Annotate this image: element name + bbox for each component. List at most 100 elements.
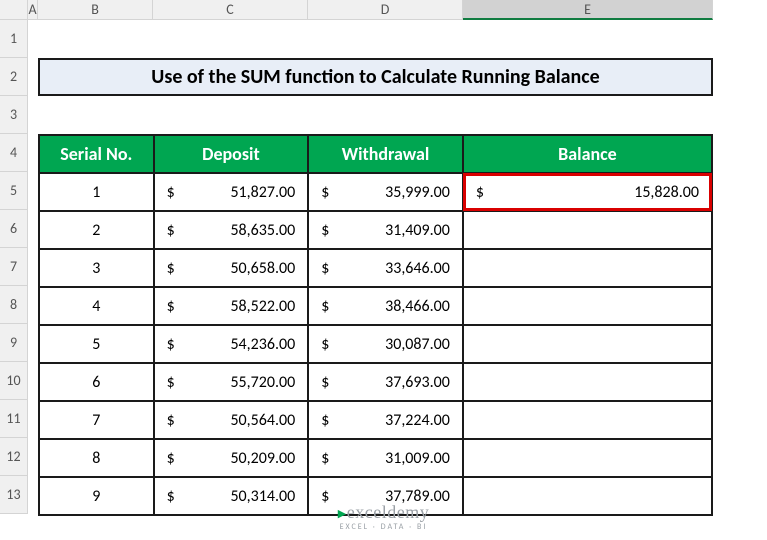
amount: 58,635.00 bbox=[230, 221, 295, 240]
col-header-b[interactable]: B bbox=[38, 0, 153, 20]
cell[interactable]: $58,522.00 bbox=[154, 287, 309, 325]
row-header-10[interactable]: 10 bbox=[0, 362, 28, 400]
cell-serial[interactable]: 5 bbox=[39, 325, 154, 363]
table-row: 4$58,522.00$38,466.00 bbox=[39, 287, 712, 325]
cell-serial[interactable]: 1 bbox=[39, 173, 154, 211]
cell[interactable] bbox=[463, 249, 712, 287]
amount: 54,236.00 bbox=[230, 335, 295, 354]
row-header-7[interactable]: 7 bbox=[0, 248, 28, 286]
row-header-8[interactable]: 8 bbox=[0, 286, 28, 324]
amount: 35,999.00 bbox=[385, 183, 450, 202]
currency-symbol: $ bbox=[476, 183, 484, 202]
row-header-11[interactable]: 11 bbox=[0, 400, 28, 438]
cell[interactable]: $35,999.00 bbox=[308, 173, 463, 211]
amount: 50,314.00 bbox=[230, 487, 295, 506]
cell-serial[interactable]: 3 bbox=[39, 249, 154, 287]
cell[interactable]: $50,564.00 bbox=[154, 401, 309, 439]
cell[interactable]: $31,409.00 bbox=[308, 211, 463, 249]
row-header-1[interactable]: 1 bbox=[0, 20, 28, 58]
cell[interactable]: $37,224.00 bbox=[308, 401, 463, 439]
currency-symbol: $ bbox=[167, 487, 175, 506]
currency-symbol: $ bbox=[321, 259, 329, 278]
amount: 31,009.00 bbox=[385, 449, 450, 468]
row-header-9[interactable]: 9 bbox=[0, 324, 28, 362]
header-balance[interactable]: Balance bbox=[463, 135, 712, 173]
cell[interactable]: $51,827.00 bbox=[154, 173, 309, 211]
title-cell[interactable]: Use of the SUM function to Calculate Run… bbox=[38, 58, 713, 96]
amount: 37,693.00 bbox=[385, 373, 450, 392]
data-table: Serial No. Deposit Withdrawal Balance 1$… bbox=[38, 134, 713, 516]
cell[interactable]: $30,087.00 bbox=[308, 325, 463, 363]
cell[interactable]: $50,314.00 bbox=[154, 477, 309, 515]
currency-symbol: $ bbox=[321, 411, 329, 430]
cell[interactable]: $31,009.00 bbox=[308, 439, 463, 477]
cell-serial[interactable]: 4 bbox=[39, 287, 154, 325]
amount: 50,658.00 bbox=[230, 259, 295, 278]
currency-symbol: $ bbox=[167, 259, 175, 278]
cell-serial[interactable]: 6 bbox=[39, 363, 154, 401]
amount: 31,409.00 bbox=[385, 221, 450, 240]
cell[interactable] bbox=[463, 211, 712, 249]
currency-symbol: $ bbox=[167, 411, 175, 430]
cell[interactable]: $55,720.00 bbox=[154, 363, 309, 401]
cell[interactable] bbox=[463, 477, 712, 515]
header-withdrawal[interactable]: Withdrawal bbox=[308, 135, 463, 173]
amount: 15,828.00 bbox=[634, 183, 699, 202]
cell[interactable]: $15,828.00 bbox=[463, 173, 712, 211]
amount: 50,564.00 bbox=[230, 411, 295, 430]
table-row: 2$58,635.00$31,409.00 bbox=[39, 211, 712, 249]
column-header-row: A B C D E bbox=[0, 0, 767, 20]
select-all-corner[interactable] bbox=[0, 0, 28, 20]
watermark: ▶exceldemy EXCEL · DATA · BI bbox=[338, 503, 429, 532]
header-serial[interactable]: Serial No. bbox=[39, 135, 154, 173]
amount: 50,209.00 bbox=[230, 449, 295, 468]
row-header-5[interactable]: 5 bbox=[0, 172, 28, 210]
col-header-e[interactable]: E bbox=[463, 0, 713, 20]
cell[interactable] bbox=[463, 287, 712, 325]
cell[interactable] bbox=[463, 439, 712, 477]
currency-symbol: $ bbox=[321, 487, 329, 506]
row-header-2[interactable]: 2 bbox=[0, 58, 28, 96]
amount: 58,522.00 bbox=[230, 297, 295, 316]
cell-serial[interactable]: 2 bbox=[39, 211, 154, 249]
table-row: 3$50,658.00$33,646.00 bbox=[39, 249, 712, 287]
cell[interactable]: $54,236.00 bbox=[154, 325, 309, 363]
amount: 38,466.00 bbox=[385, 297, 450, 316]
row-header-strip: 1 2 3 4 5 6 7 8 9 10 11 12 13 bbox=[0, 20, 28, 514]
currency-symbol: $ bbox=[321, 449, 329, 468]
table-row: 1$51,827.00$35,999.00$15,828.00 bbox=[39, 173, 712, 211]
cell[interactable]: $50,658.00 bbox=[154, 249, 309, 287]
cell[interactable]: $58,635.00 bbox=[154, 211, 309, 249]
row-header-12[interactable]: 12 bbox=[0, 438, 28, 476]
title-text: Use of the SUM function to Calculate Run… bbox=[151, 65, 599, 89]
row-header-3[interactable]: 3 bbox=[0, 96, 28, 134]
cell-serial[interactable]: 9 bbox=[39, 477, 154, 515]
currency-symbol: $ bbox=[167, 221, 175, 240]
header-deposit[interactable]: Deposit bbox=[154, 135, 309, 173]
row-header-4[interactable]: 4 bbox=[0, 134, 28, 172]
cell[interactable] bbox=[463, 401, 712, 439]
cell[interactable]: $38,466.00 bbox=[308, 287, 463, 325]
amount: 33,646.00 bbox=[385, 259, 450, 278]
cell[interactable]: $37,693.00 bbox=[308, 363, 463, 401]
table-row: 5$54,236.00$30,087.00 bbox=[39, 325, 712, 363]
col-header-a[interactable]: A bbox=[28, 0, 38, 20]
currency-symbol: $ bbox=[167, 297, 175, 316]
col-header-d[interactable]: D bbox=[308, 0, 463, 20]
cell-serial[interactable]: 8 bbox=[39, 439, 154, 477]
cell[interactable]: $33,646.00 bbox=[308, 249, 463, 287]
watermark-line2: EXCEL · DATA · BI bbox=[338, 523, 429, 532]
watermark-line1: exceldemy bbox=[347, 502, 429, 522]
amount: 37,224.00 bbox=[385, 411, 450, 430]
cell[interactable]: $50,209.00 bbox=[154, 439, 309, 477]
cell[interactable] bbox=[463, 325, 712, 363]
row-header-6[interactable]: 6 bbox=[0, 210, 28, 248]
cell[interactable] bbox=[463, 363, 712, 401]
row-header-13[interactable]: 13 bbox=[0, 476, 28, 514]
currency-symbol: $ bbox=[167, 335, 175, 354]
triangle-icon: ▶ bbox=[338, 508, 347, 520]
cell-serial[interactable]: 7 bbox=[39, 401, 154, 439]
col-header-c[interactable]: C bbox=[153, 0, 308, 20]
currency-symbol: $ bbox=[321, 297, 329, 316]
amount: 51,827.00 bbox=[230, 183, 295, 202]
